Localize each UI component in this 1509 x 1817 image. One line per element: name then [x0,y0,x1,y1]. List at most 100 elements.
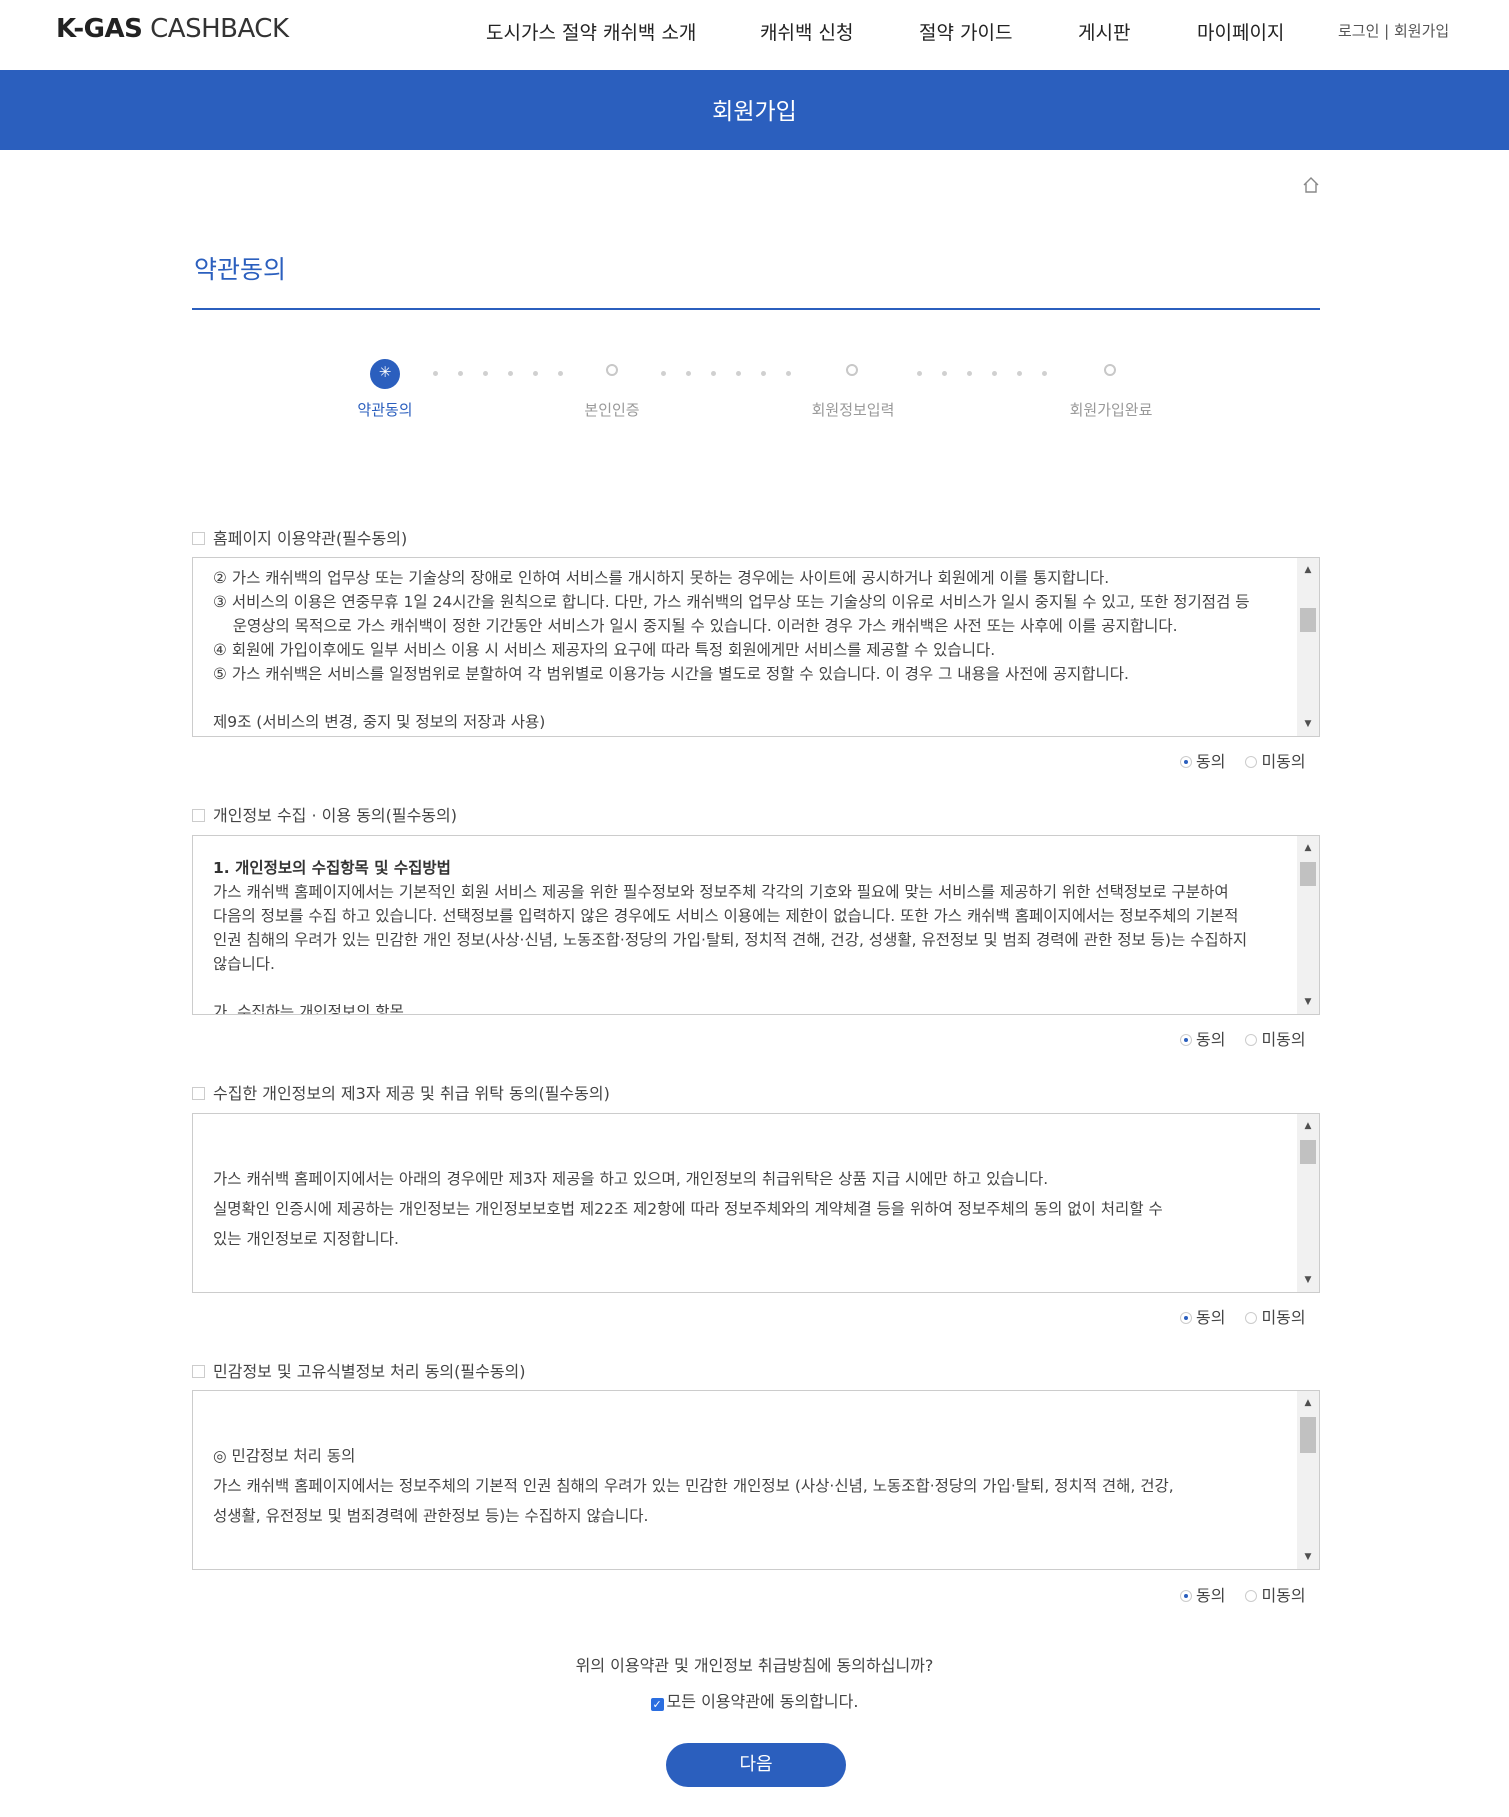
term-checkbox[interactable] [192,1365,205,1378]
term-header-site-terms: 홈페이지 이용약관(필수동의) [192,525,407,549]
term-line: ⑤ 가스 캐쉬백은 서비스를 일정범위로 분할하여 각 범위별로 이용가능 시간… [213,665,1129,683]
term-title: 민감정보 및 고유식별정보 처리 동의(필수동의) [213,1362,526,1381]
signup-link[interactable]: 회원가입 [1394,22,1449,40]
step-dot [1104,364,1116,376]
agree-radio[interactable] [1180,1034,1192,1046]
term-checkbox[interactable] [192,532,205,545]
scroll-thumb[interactable] [1300,862,1316,886]
term-scrollbar[interactable]: ▲ ▼ [1297,1391,1319,1569]
page-banner: 회원가입 [0,70,1509,150]
term-checkbox[interactable] [192,1087,205,1100]
agree-label: 동의 [1196,1586,1226,1605]
login-link[interactable]: 로그인 [1338,22,1379,40]
triangle-up-icon[interactable]: ▲ [1297,1395,1319,1411]
term-checkbox[interactable] [192,809,205,822]
scroll-thumb[interactable] [1300,608,1316,632]
triangle-up-icon[interactable]: ▲ [1297,562,1319,578]
auth-links: 로그인 | 회원가입 [1338,20,1449,41]
term-box-privacy-collect[interactable]: 1. 개인정보의 수집항목 및 수집방법 가스 캐쉬백 홈페이지에서는 기본적인… [192,835,1320,1015]
step-connector-dot [992,371,997,376]
term-line: 다음의 정보를 수집 하고 있습니다. 선택정보를 입력하지 않은 경우에도 서… [213,907,1239,925]
disagree-option[interactable]: 미동의 [1245,1582,1306,1606]
term-line: 있는 개인정보로 지정합니다. [213,1230,399,1248]
term-header-sensitive-info: 민감정보 및 고유식별정보 처리 동의(필수동의) [192,1358,526,1382]
disagree-label: 미동의 [1261,1586,1306,1605]
all-agree-row: ✓ 모든 이용약관에 동의합니다. [0,1688,1509,1712]
nav-item-mypage[interactable]: 마이페이지 [1197,18,1284,45]
disagree-radio[interactable] [1245,1034,1258,1046]
all-agree-label[interactable]: 모든 이용약관에 동의합니다. [667,1692,859,1711]
step-connector-dot [1042,371,1047,376]
term-header-third-party: 수집한 개인정보의 제3자 제공 및 취급 위탁 동의(필수동의) [192,1080,610,1104]
term-line: ◎ 민감정보 처리 동의 [213,1447,356,1465]
signup-steps: 약관동의 본인인증 회원정보입력 회원가입완료 [0,355,1509,435]
all-agree-checkbox[interactable]: ✓ [650,1698,664,1711]
triangle-up-icon[interactable]: ▲ [1297,1118,1319,1134]
triangle-down-icon[interactable]: ▼ [1297,1272,1319,1288]
disagree-option[interactable]: 미동의 [1245,1304,1306,1328]
term-text: ◎ 민감정보 처리 동의 가스 캐쉬백 홈페이지에서는 정보주체의 기본적 인권… [213,1441,1283,1531]
term-line: 제9조 (서비스의 변경, 중지 및 정보의 저장과 사용) [213,713,546,731]
term-scrollbar[interactable]: ▲ ▼ [1297,836,1319,1014]
term-scrollbar[interactable]: ▲ ▼ [1297,558,1319,736]
step-connector-dot [458,371,463,376]
step-connector-dot [761,371,766,376]
step-label-info: 회원정보입력 [811,401,895,419]
home-icon[interactable] [1302,176,1320,194]
term-box-third-party[interactable]: 가스 캐쉬백 홈페이지에서는 아래의 경우에만 제3자 제공을 하고 있으며, … [192,1113,1320,1293]
nav-item-intro[interactable]: 도시가스 절약 캐쉬백 소개 [486,18,696,45]
step-connector-dot [1017,371,1022,376]
nav-item-apply[interactable]: 캐쉬백 신청 [760,18,853,45]
step-connector-dot [786,371,791,376]
scroll-thumb[interactable] [1300,1417,1316,1453]
triangle-down-icon[interactable]: ▼ [1297,994,1319,1010]
disagree-option[interactable]: 미동의 [1245,1026,1306,1050]
agree-option[interactable]: 동의 [1180,1304,1225,1328]
term-title: 홈페이지 이용약관(필수동의) [213,529,408,548]
section-divider [192,308,1320,310]
main-nav: 도시가스 절약 캐쉬백 소개 캐쉬백 신청 절약 가이드 게시판 마이페이지 [0,18,1509,48]
term-agree-row: 동의 미동의 [1180,1582,1306,1606]
step-connector-dot [942,371,947,376]
page-title: 회원가입 [712,99,797,125]
step-dot [606,364,618,376]
disagree-radio[interactable] [1245,1590,1258,1602]
next-button[interactable]: 다음 [666,1743,846,1787]
term-agree-row: 동의 미동의 [1180,748,1306,772]
auth-separator: | [1379,22,1394,40]
step-label-terms: 약관동의 [357,401,413,419]
term-title: 수집한 개인정보의 제3자 제공 및 취급 위탁 동의(필수동의) [213,1084,610,1103]
agree-radio[interactable] [1180,756,1192,768]
section-title: 약관동의 [194,255,287,284]
nav-item-guide[interactable]: 절약 가이드 [919,18,1012,45]
term-header-privacy-collect: 개인정보 수집 · 이용 동의(필수동의) [192,802,457,826]
nav-item-board[interactable]: 게시판 [1078,18,1130,45]
term-text: 1. 개인정보의 수집항목 및 수집방법 가스 캐쉬백 홈페이지에서는 기본적인… [213,856,1283,1014]
term-agree-row: 동의 미동의 [1180,1026,1306,1050]
agree-option[interactable]: 동의 [1180,1026,1225,1050]
term-line: ② 가스 캐쉬백의 업무상 또는 기술상의 장애로 인하여 서비스를 개시하지 … [213,569,1110,587]
disagree-radio[interactable] [1245,1312,1258,1324]
term-title: 개인정보 수집 · 이용 동의(필수동의) [213,806,457,825]
triangle-up-icon[interactable]: ▲ [1297,840,1319,856]
term-line: ④ 회원에 가입이후에도 일부 서비스 이용 시 서비스 제공자의 요구에 따라… [213,641,996,659]
term-heading: 1. 개인정보의 수집항목 및 수집방법 [213,859,451,877]
disagree-option[interactable]: 미동의 [1245,748,1306,772]
scroll-thumb[interactable] [1300,1140,1316,1164]
agree-radio[interactable] [1180,1590,1192,1602]
agree-option[interactable]: 동의 [1180,1582,1225,1606]
term-box-sensitive-info[interactable]: ◎ 민감정보 처리 동의 가스 캐쉬백 홈페이지에서는 정보주체의 기본적 인권… [192,1390,1320,1570]
disagree-radio[interactable] [1245,756,1258,768]
step-connector-dot [533,371,538,376]
agree-question: 위의 이용약관 및 개인정보 취급방침에 동의하십니까? [575,1656,934,1675]
disagree-label: 미동의 [1261,752,1306,771]
step-connector-dot [483,371,488,376]
term-scrollbar[interactable]: ▲ ▼ [1297,1114,1319,1292]
site-header: K-GAS CASHBACK 도시가스 절약 캐쉬백 소개 캐쉬백 신청 절약 … [0,0,1509,70]
triangle-down-icon[interactable]: ▼ [1297,716,1319,732]
agree-option[interactable]: 동의 [1180,748,1225,772]
step-connector-dot [917,371,922,376]
triangle-down-icon[interactable]: ▼ [1297,1549,1319,1565]
agree-radio[interactable] [1180,1312,1192,1324]
term-box-site-terms[interactable]: ② 가스 캐쉬백의 업무상 또는 기술상의 장애로 인하여 서비스를 개시하지 … [192,557,1320,737]
